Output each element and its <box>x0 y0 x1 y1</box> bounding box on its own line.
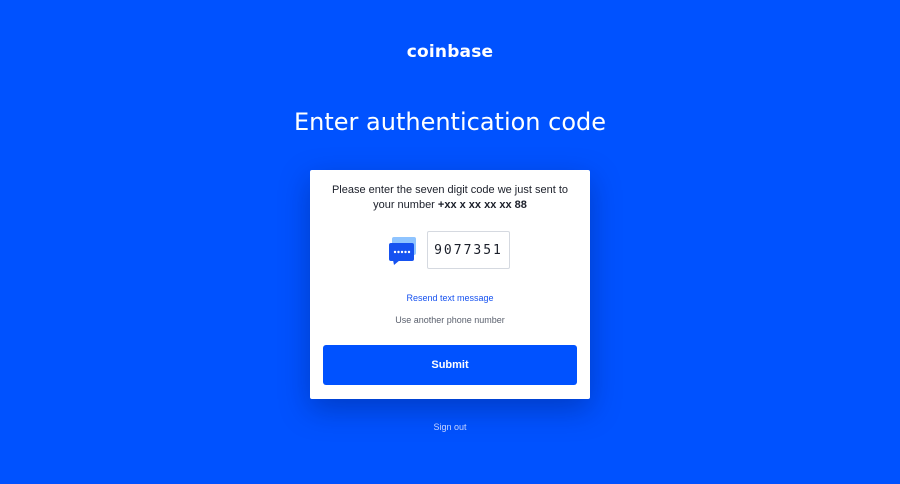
verification-code-field[interactable] <box>427 231 510 269</box>
page-title: Enter authentication code <box>293 108 607 136</box>
submit-button[interactable]: Submit <box>323 345 577 385</box>
auth-code-card: Please enter the seven digit code we jus… <box>310 170 590 399</box>
instructions-line1: Please enter the seven digit code we jus… <box>331 184 569 196</box>
resend-text-message-link[interactable]: Resend text message <box>310 293 590 303</box>
coinbase-logo: coinbase <box>406 42 494 62</box>
masked-phone-number: +xx x xx xx xx 88 <box>437 199 527 211</box>
sign-out-link[interactable]: Sign out <box>0 422 900 432</box>
verification-code-input[interactable] <box>428 242 509 258</box>
instructions-prefix: your number <box>373 199 438 211</box>
instructions-text: Please enter the seven digit code we jus… <box>310 183 590 213</box>
sms-chat-bubble-icon <box>388 236 418 266</box>
use-another-phone-link[interactable]: Use another phone number <box>310 315 590 325</box>
